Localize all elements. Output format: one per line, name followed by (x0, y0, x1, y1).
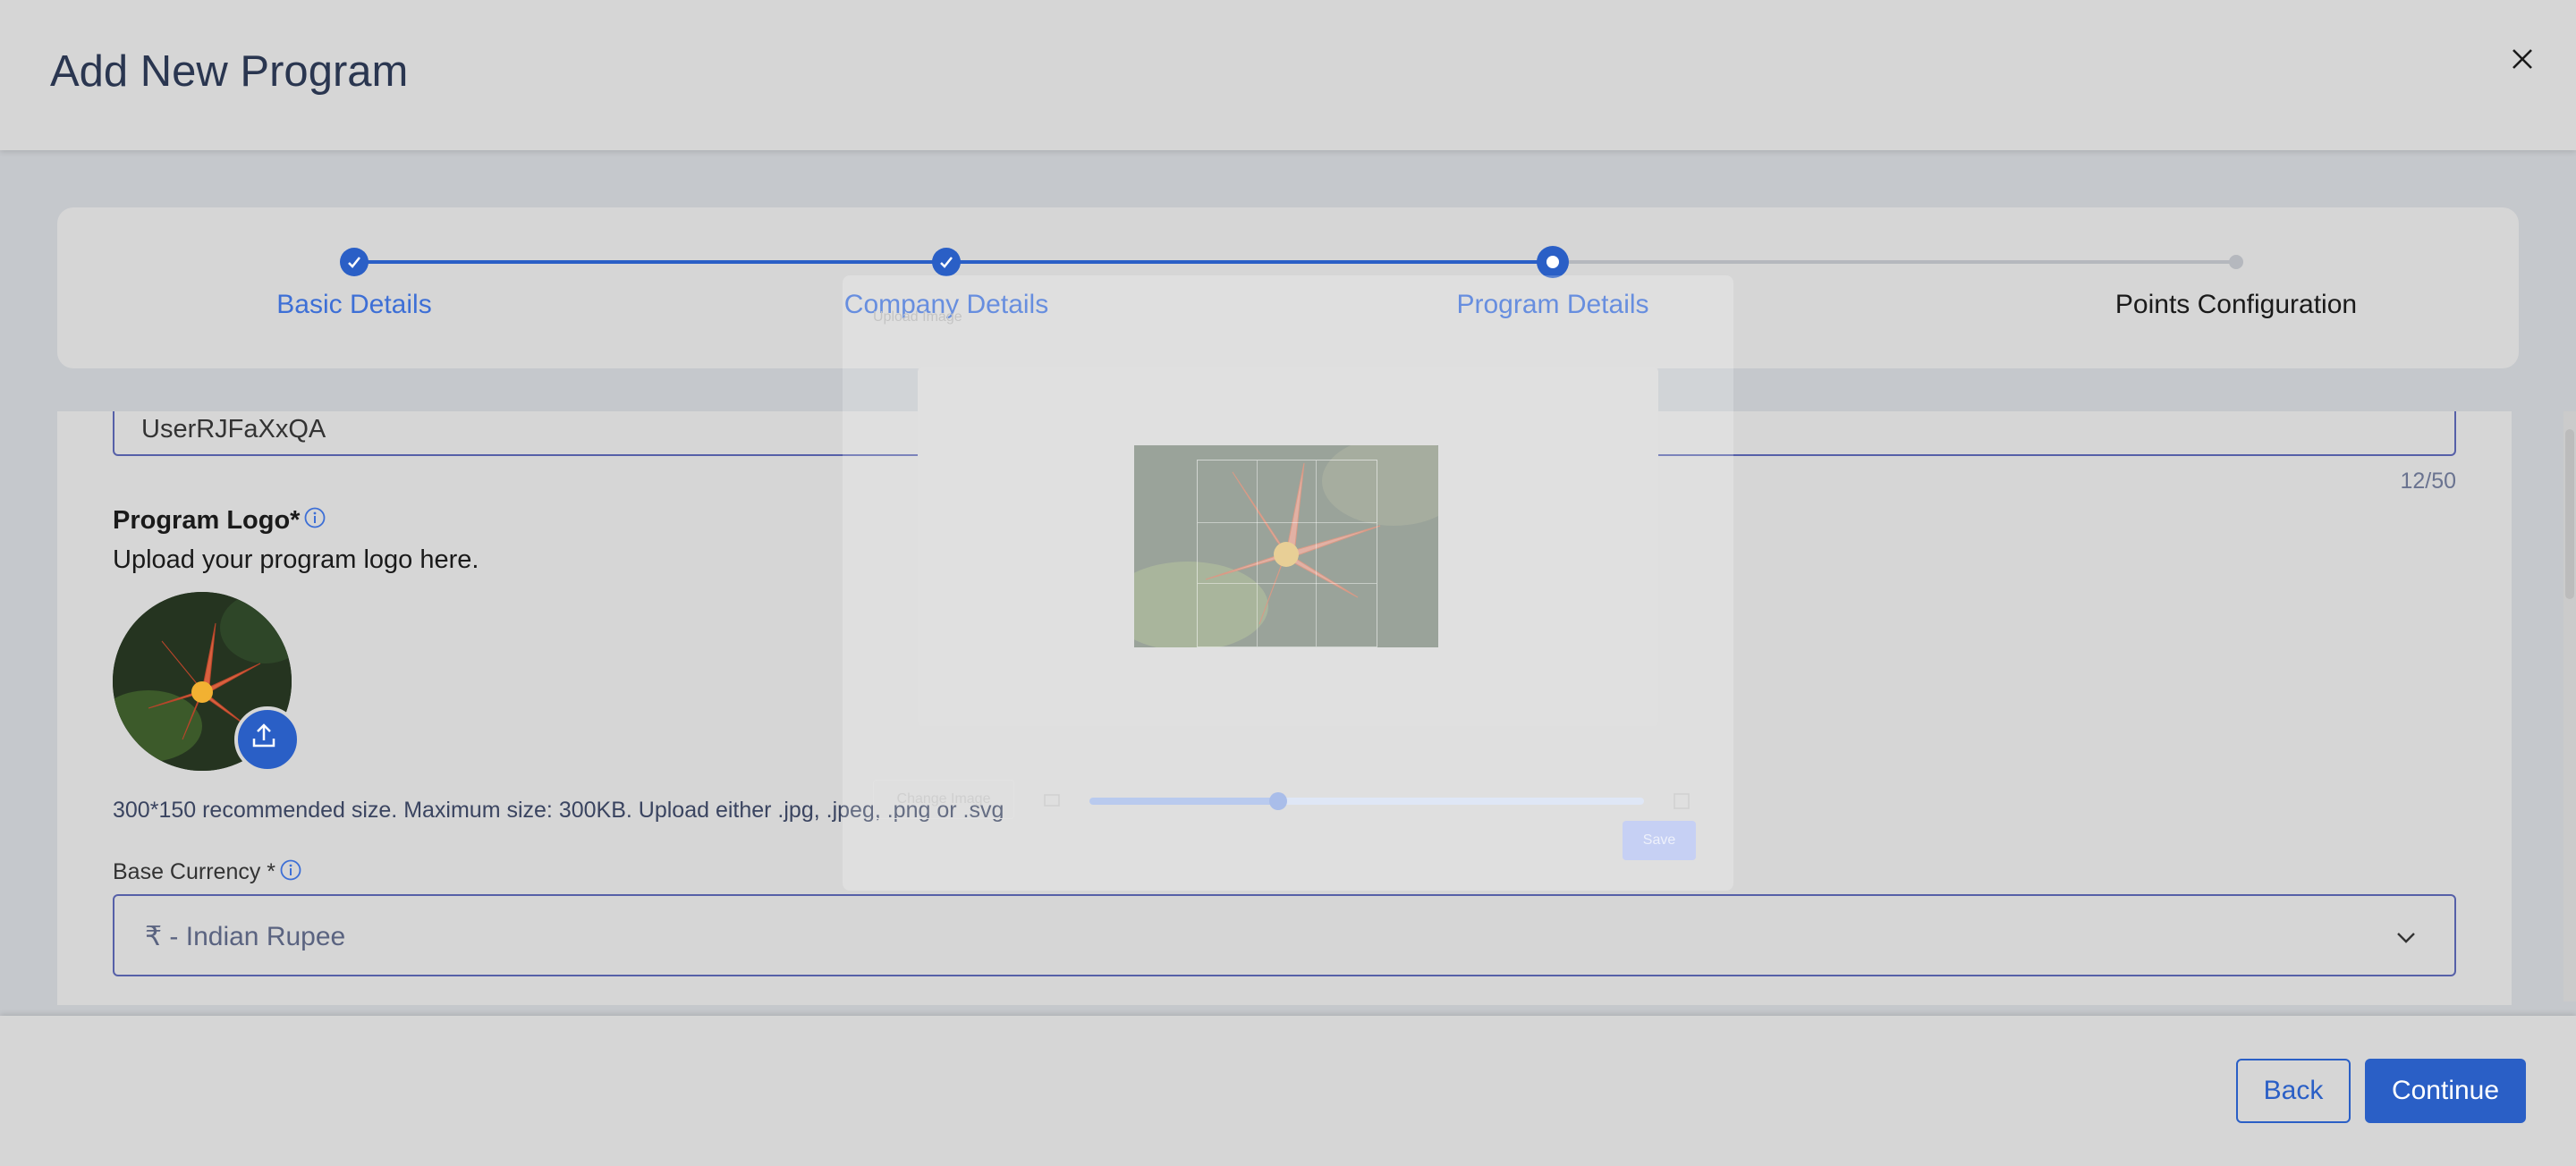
upload-image-title: Upload Image (873, 309, 962, 325)
zoom-slider-thumb[interactable] (1268, 792, 1287, 810)
character-counter: 12/50 (2400, 469, 2456, 494)
base-currency-label-text: Base Currency * (113, 859, 276, 885)
zoom-slider[interactable] (1089, 792, 1644, 810)
base-currency-select[interactable]: ₹ - Indian Rupee (113, 894, 2456, 976)
image-crop-area[interactable] (918, 367, 1658, 726)
program-logo-label-text: Program Logo* (113, 506, 301, 535)
modal-header: Add New Program (0, 0, 2576, 150)
step-4-pending-dot (2229, 255, 2243, 269)
chevron-down-icon (2394, 925, 2419, 954)
step-label-points-configuration: Points Configuration (2114, 290, 2358, 319)
step-1-check-icon (340, 248, 369, 276)
stepper-line-pending (1553, 260, 2236, 264)
info-icon[interactable] (303, 506, 326, 537)
image-small-icon (1043, 792, 1061, 813)
modal-footer: Back Continue (0, 1016, 2576, 1166)
crop-image-preview[interactable] (1134, 445, 1438, 647)
info-icon[interactable] (279, 858, 302, 888)
base-currency-label: Base Currency * (113, 858, 302, 888)
base-currency-value: ₹ - Indian Rupee (145, 922, 346, 951)
program-logo-subtitle: Upload your program logo here. (113, 545, 479, 574)
step-2-check-icon (932, 248, 961, 276)
page-title: Add New Program (50, 47, 409, 96)
upload-logo-button[interactable] (234, 706, 301, 773)
program-logo-label: Program Logo* (113, 506, 326, 537)
back-button[interactable]: Back (2236, 1059, 2351, 1123)
change-image-button[interactable]: Change Image (873, 780, 1014, 819)
continue-button[interactable]: Continue (2365, 1059, 2526, 1123)
save-button[interactable]: Save (1623, 821, 1696, 860)
program-name-value: UserRJFaXxQA (141, 415, 326, 444)
image-large-icon (1673, 792, 1690, 815)
step-label-basic-details[interactable]: Basic Details (276, 290, 431, 320)
zoom-slider-fill (1089, 798, 1278, 805)
scrollbar-thumb[interactable] (2565, 429, 2574, 599)
close-icon[interactable] (2503, 39, 2542, 79)
step-3-active-dot (1537, 246, 1569, 278)
upload-icon (252, 723, 275, 748)
crop-selection-box[interactable] (1197, 460, 1377, 647)
upload-image-dialog: Upload Image Change Image Save (843, 275, 1733, 891)
